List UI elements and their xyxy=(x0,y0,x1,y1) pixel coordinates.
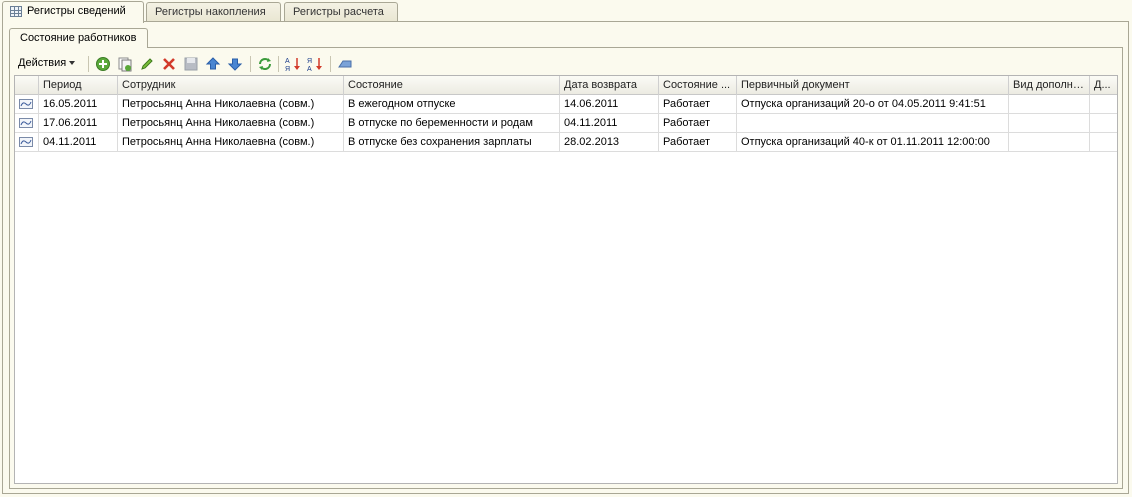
tab-accumulation-registers[interactable]: Регистры накопления xyxy=(146,2,281,22)
cell-additional-type xyxy=(1009,114,1090,132)
delete-button[interactable] xyxy=(160,55,178,73)
header-icon-column xyxy=(15,76,39,95)
tab-label: Регистры накопления xyxy=(155,6,266,18)
cell-additional-type xyxy=(1009,133,1090,151)
cell-source-document: Отпуска организаций 20-о от 04.05.2011 9… xyxy=(737,95,1009,113)
cell-source-document: Отпуска организаций 40-к от 01.11.2011 1… xyxy=(737,133,1009,151)
chevron-down-icon xyxy=(69,61,76,66)
cell-d xyxy=(1090,133,1117,151)
move-down-button[interactable] xyxy=(226,55,244,73)
cell-d xyxy=(1090,114,1117,132)
cell-status: В отпуске по беременности и родам xyxy=(344,114,560,132)
cell-return-date: 28.02.2013 xyxy=(560,133,659,151)
record-icon xyxy=(19,137,33,147)
table-row[interactable]: 17.06.2011 Петросьянц Анна Николаевна (с… xyxy=(15,114,1117,133)
register-tabs: Регистры сведений Регистры накопления Ре… xyxy=(2,1,1130,23)
toolbar-separator xyxy=(250,56,251,72)
svg-text:Я: Я xyxy=(285,66,290,73)
cell-period: 17.06.2011 xyxy=(39,114,118,132)
tab-employee-status[interactable]: Состояние работников xyxy=(9,28,148,48)
header-d[interactable]: Д... xyxy=(1090,76,1117,95)
svg-text:A: A xyxy=(307,66,312,73)
delete-icon xyxy=(163,58,175,70)
add-button[interactable] xyxy=(94,55,112,73)
header-return-date[interactable]: Дата возврата xyxy=(560,76,659,95)
refresh-icon xyxy=(259,58,271,70)
row-icon-cell xyxy=(15,95,39,113)
cell-d xyxy=(1090,95,1117,113)
table-icon xyxy=(10,6,22,17)
records-table: Период Сотрудник Состояние Дата возврата… xyxy=(14,75,1118,484)
header-source-document[interactable]: Первичный документ xyxy=(737,76,1009,95)
cell-additional-type xyxy=(1009,95,1090,113)
svg-text:A: A xyxy=(285,58,290,65)
table-header: Период Сотрудник Состояние Дата возврата… xyxy=(15,76,1117,95)
toolbar-separator xyxy=(278,56,279,72)
filter-icon xyxy=(338,60,352,68)
sort-asc-icon: AЯ xyxy=(285,58,300,73)
cell-status-2: Работает xyxy=(659,95,737,113)
cell-status-2: Работает xyxy=(659,114,737,132)
save-button[interactable] xyxy=(182,55,200,73)
cell-status: В ежегодном отпуске xyxy=(344,95,560,113)
header-additional-type[interactable]: Вид дополни... xyxy=(1009,76,1090,95)
actions-menu-button[interactable]: Действия xyxy=(18,57,76,69)
toolbar-separator xyxy=(88,56,89,72)
cell-period: 04.11.2011 xyxy=(39,133,118,151)
tab-label: Регистры расчета xyxy=(293,6,384,18)
header-period[interactable]: Период xyxy=(39,76,118,95)
filter-button[interactable] xyxy=(336,55,354,73)
employee-status-panel: Действия A Я Я A Период Сотрудник Состоя… xyxy=(9,47,1123,489)
header-employee[interactable]: Сотрудник xyxy=(118,76,344,95)
cell-return-date: 04.11.2011 xyxy=(560,114,659,132)
toolbar-separator xyxy=(330,56,331,72)
sort-asc-button[interactable]: AЯ xyxy=(284,55,302,73)
move-up-icon xyxy=(205,57,221,70)
tab-calculation-registers[interactable]: Регистры расчета xyxy=(284,2,398,22)
copy-button[interactable] xyxy=(116,55,134,73)
header-status[interactable]: Состояние xyxy=(344,76,560,95)
cell-employee: Петросьянц Анна Николаевна (совм.) xyxy=(118,95,344,113)
svg-text:Я: Я xyxy=(307,58,312,65)
cell-employee: Петросьянц Анна Николаевна (совм.) xyxy=(118,114,344,132)
tab-label: Регистры сведений xyxy=(27,5,126,17)
move-down-icon xyxy=(227,58,243,71)
cell-period: 16.05.2011 xyxy=(39,95,118,113)
cell-employee: Петросьянц Анна Николаевна (совм.) xyxy=(118,133,344,151)
cell-status: В отпуске без сохранения зарплаты xyxy=(344,133,560,151)
cell-status-2: Работает xyxy=(659,133,737,151)
tab-info-registers[interactable]: Регистры сведений xyxy=(2,1,144,23)
move-up-button[interactable] xyxy=(204,55,222,73)
header-status-2[interactable]: Состояние ... xyxy=(659,76,737,95)
table-row[interactable]: 04.11.2011 Петросьянц Анна Николаевна (с… xyxy=(15,133,1117,152)
record-icon xyxy=(19,99,33,109)
cell-return-date: 14.06.2011 xyxy=(560,95,659,113)
row-icon-cell xyxy=(15,114,39,132)
cell-source-document xyxy=(737,114,1009,132)
sort-desc-button[interactable]: ЯA xyxy=(306,55,324,73)
table-row[interactable]: 16.05.2011 Петросьянц Анна Николаевна (с… xyxy=(15,95,1117,114)
sort-desc-icon: ЯA xyxy=(307,58,322,73)
registers-panel: Состояние работников Действия A Я Я A Пе… xyxy=(2,21,1129,494)
copy-icon xyxy=(118,57,132,72)
add-icon xyxy=(96,57,110,71)
record-icon xyxy=(19,118,33,128)
edit-button[interactable] xyxy=(138,55,156,73)
actions-label: Действия xyxy=(18,57,67,69)
row-icon-cell xyxy=(15,133,39,151)
toolbar: Действия A Я Я A xyxy=(14,54,1114,74)
edit-icon xyxy=(141,58,153,70)
save-icon xyxy=(184,57,198,71)
refresh-button[interactable] xyxy=(256,55,274,73)
tab-label: Состояние работников xyxy=(20,32,137,44)
